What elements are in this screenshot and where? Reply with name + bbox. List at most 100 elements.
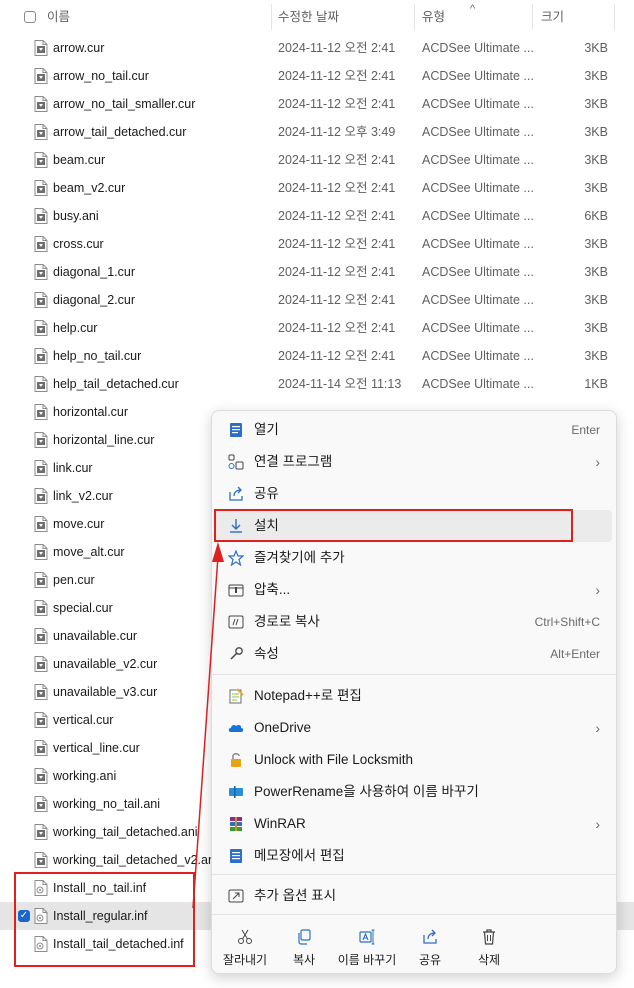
cursor-file-icon xyxy=(34,320,48,336)
file-type: ACDSee Ultimate ... xyxy=(422,69,534,83)
cursor-file-icon xyxy=(34,96,48,112)
file-row[interactable]: arrow.cur 2024-11-12 오전 2:41 ACDSee Ultima… xyxy=(0,34,634,62)
cursor-file-icon xyxy=(34,180,48,196)
chevron-right-icon: › xyxy=(595,816,600,832)
column-divider[interactable] xyxy=(271,4,272,30)
sort-ascending-icon: ^ xyxy=(470,3,476,15)
file-date: 2024-11-12 오전 2:41 xyxy=(278,237,396,251)
open-with-menu-item[interactable]: 연결 프로그램 › xyxy=(216,446,612,478)
file-row[interactable]: busy.ani 2024-11-12 오전 2:41 ACDSee Ultimat… xyxy=(0,202,634,230)
file-name: busy.ani xyxy=(53,209,99,223)
context-menu: 잘라내기 복사 이름 바꾸기 공유 삭제 열기 Enter 연결 프로그램 › 공유 설치 즐겨찾기… xyxy=(211,410,617,974)
column-type[interactable]: 유형 xyxy=(422,0,445,34)
trash-button[interactable]: 삭제 xyxy=(459,923,519,971)
menu-item-shortcut: Alt+Enter xyxy=(550,647,600,661)
file-row[interactable]: help.cur 2024-11-12 오전 2:41 ACDSee Ultimat… xyxy=(0,314,634,342)
powerrename-menu-item[interactable]: PowerRename을 사용하여 이름 바꾸기 xyxy=(216,776,612,808)
cursor-file-icon xyxy=(34,236,48,252)
copy-button[interactable]: 복사 xyxy=(274,923,334,971)
onedrive-icon xyxy=(228,720,244,736)
winrar-menu-item[interactable]: WinRAR › xyxy=(216,808,612,840)
lock-menu-item[interactable]: Unlock with File Locksmith xyxy=(216,744,612,776)
menu-item-label: Unlock with File Locksmith xyxy=(254,752,414,767)
cursor-file-icon xyxy=(34,40,48,56)
rename-button[interactable]: 이름 바꾸기 xyxy=(337,923,397,971)
share-menu-item[interactable]: 공유 xyxy=(216,478,612,510)
cursor-file-icon xyxy=(34,684,48,700)
cursor-file-icon xyxy=(34,376,48,392)
properties-menu-item[interactable]: 속성 Alt+Enter xyxy=(216,638,612,670)
powerrename-icon xyxy=(228,784,244,800)
file-row[interactable]: diagonal_1.cur 2024-11-12 오전 2:41 ACDSee U… xyxy=(0,258,634,286)
chevron-right-icon: › xyxy=(595,720,600,736)
chevron-right-icon: › xyxy=(595,582,600,598)
menu-item-shortcut: Ctrl+Shift+C xyxy=(534,615,600,629)
cursor-file-icon xyxy=(34,544,48,560)
file-row[interactable]: beam.cur 2024-11-12 오전 2:41 ACDSee Ultimat… xyxy=(0,146,634,174)
file-date: 2024-11-12 오전 2:41 xyxy=(278,41,396,55)
file-size: 3KB xyxy=(584,265,608,279)
more-options-menu-item[interactable]: 추가 옵션 표시 xyxy=(216,880,612,912)
file-type: ACDSee Ultimate ... xyxy=(422,321,534,335)
file-name: arrow.cur xyxy=(53,41,105,55)
select-all-checkbox[interactable] xyxy=(24,11,36,23)
file-size: 6KB xyxy=(584,209,608,223)
file-date: 2024-11-12 오전 2:41 xyxy=(278,69,396,83)
file-row[interactable]: help_no_tail.cur 2024-11-12 오전 2:41 ACDSee… xyxy=(0,342,634,370)
star-icon xyxy=(227,549,245,567)
menu-item-label: 압축... xyxy=(254,582,291,597)
menu-item-label: 경로로 복사 xyxy=(254,614,320,629)
column-divider[interactable] xyxy=(614,4,615,30)
star-menu-item[interactable]: 즐겨찾기에 추가 xyxy=(216,542,612,574)
file-row[interactable]: arrow_tail_detached.cur 2024-11-12 오후 3:4… xyxy=(0,118,634,146)
context-menu-command-bar: 잘라내기 복사 이름 바꾸기 공유 삭제 xyxy=(212,917,616,973)
file-date: 2024-11-12 오전 2:41 xyxy=(278,293,396,307)
file-type: ACDSee Ultimate ... xyxy=(422,97,534,111)
column-divider[interactable] xyxy=(414,4,415,30)
file-name: help.cur xyxy=(53,321,98,335)
menu-separator xyxy=(212,914,616,915)
file-name: horizontal.cur xyxy=(53,405,129,419)
file-row[interactable]: beam_v2.cur 2024-11-12 오전 2:41 ACDSee Ulti… xyxy=(0,174,634,202)
column-divider[interactable] xyxy=(532,4,533,30)
notepad-menu-item[interactable]: 메모장에서 편집 xyxy=(216,840,612,872)
column-size[interactable]: 크기 xyxy=(541,0,564,34)
menu-separator xyxy=(212,674,616,675)
onedrive-menu-item[interactable]: OneDrive › xyxy=(216,712,612,744)
column-name[interactable]: 이름 xyxy=(47,0,70,34)
column-date[interactable]: 수정한 날짜 xyxy=(278,0,339,34)
file-type: ACDSee Ultimate ... xyxy=(422,237,534,251)
file-row[interactable]: diagonal_2.cur 2024-11-12 오전 2:41 ACDSee U… xyxy=(0,286,634,314)
chevron-right-icon: › xyxy=(595,454,600,470)
column-header: 이름 수정한 날짜 유형 ^ 크기 xyxy=(0,0,634,34)
cursor-file-icon xyxy=(34,68,48,84)
cursor-file-icon xyxy=(34,460,48,476)
cursor-file-icon xyxy=(34,152,48,168)
file-name: cross.cur xyxy=(53,237,104,251)
menu-item-label: PowerRename을 사용하여 이름 바꾸기 xyxy=(254,784,479,799)
file-row[interactable]: help_tail_detached.cur 2024-11-14 오전 11:1… xyxy=(0,370,634,398)
open-menu-item[interactable]: 열기 Enter xyxy=(216,414,612,446)
file-name: unavailable_v3.cur xyxy=(53,685,158,699)
file-name: vertical.cur xyxy=(53,713,114,727)
file-name: pen.cur xyxy=(53,573,95,587)
cursor-file-icon xyxy=(34,404,48,420)
compress-menu-item[interactable]: 압축... › xyxy=(216,574,612,606)
notepadpp-menu-item[interactable]: Notepad++로 편집 xyxy=(216,680,612,712)
file-row[interactable]: arrow_no_tail.cur 2024-11-12 오전 2:41 ACDSe… xyxy=(0,62,634,90)
file-size: 3KB xyxy=(584,293,608,307)
file-size: 3KB xyxy=(584,349,608,363)
file-name: move_alt.cur xyxy=(53,545,125,559)
properties-icon xyxy=(228,646,244,662)
cursor-file-icon xyxy=(34,796,48,812)
file-row[interactable]: arrow_no_tail_smaller.cur 2024-11-12 오전 2… xyxy=(0,90,634,118)
file-name: horizontal_line.cur xyxy=(53,433,155,447)
cursor-file-icon xyxy=(34,488,48,504)
cursor-file-icon xyxy=(34,740,48,756)
file-row[interactable]: cross.cur 2024-11-12 오전 2:41 ACDSee Ultima… xyxy=(0,230,634,258)
file-date: 2024-11-12 오후 3:49 xyxy=(278,125,396,139)
file-date: 2024-11-12 오전 2:41 xyxy=(278,209,396,223)
file-name: beam_v2.cur xyxy=(53,181,126,195)
cursor-file-icon xyxy=(34,292,48,308)
copy-path-menu-item[interactable]: 경로로 복사 Ctrl+Shift+C xyxy=(216,606,612,638)
